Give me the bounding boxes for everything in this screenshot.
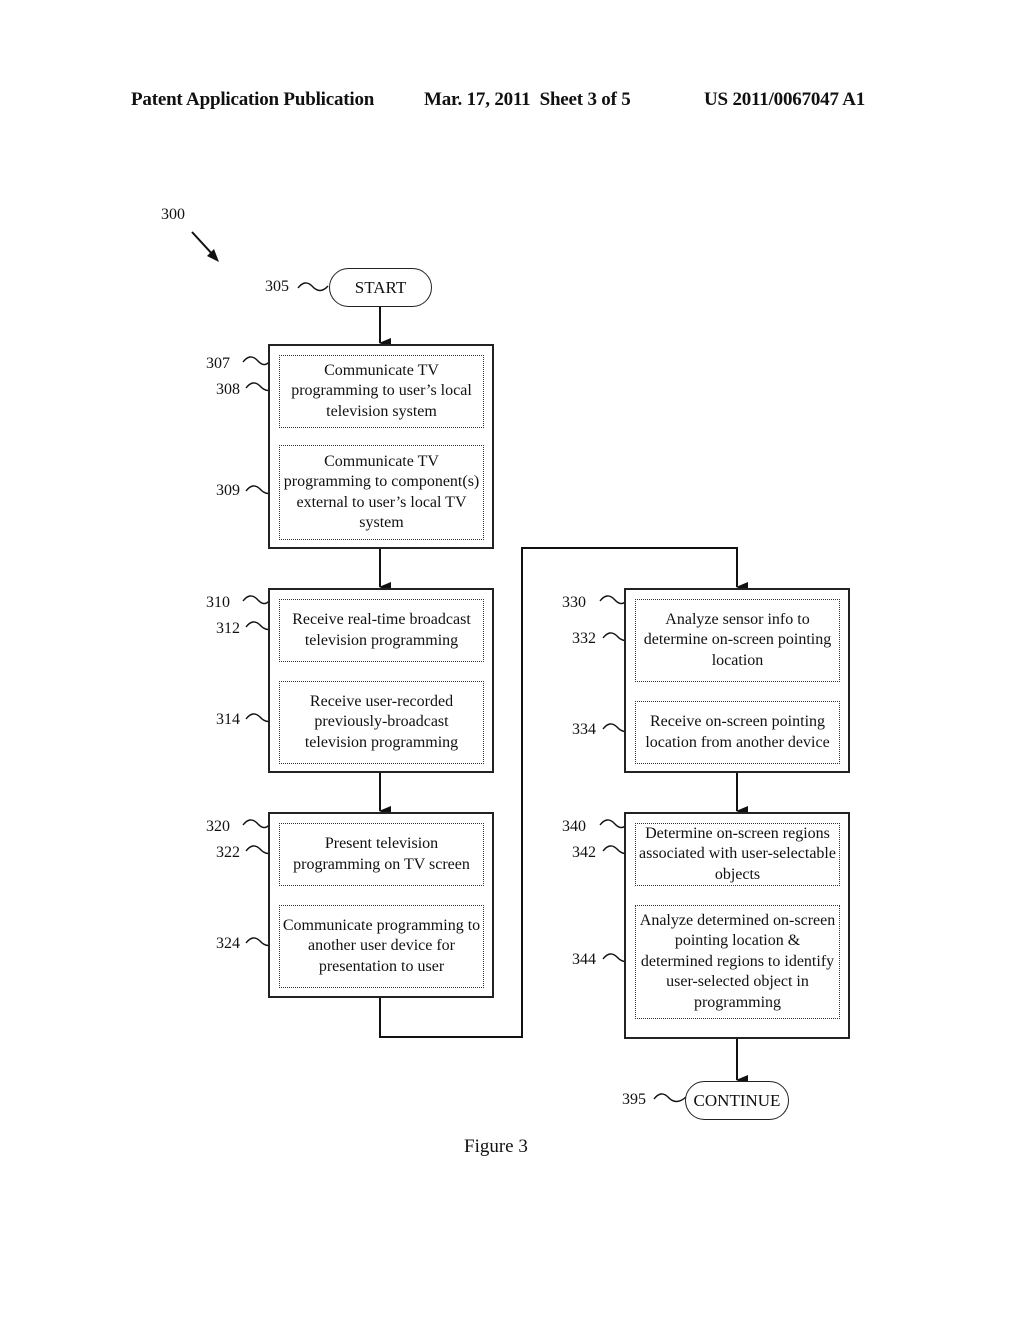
process-step-312: Receive real-time broadcast television p… bbox=[279, 599, 484, 662]
continue-ref-label: 395 bbox=[622, 1091, 646, 1108]
continue-label: CONTINUE bbox=[693, 1090, 781, 1110]
block-ref-label: 330 bbox=[562, 594, 586, 611]
process-step-344: Analyze determined on-screen pointing lo… bbox=[635, 905, 840, 1019]
step-ref-label: 314 bbox=[216, 711, 240, 728]
step-text: Analyze sensor info to determine on-scre… bbox=[643, 610, 832, 669]
leader-320 bbox=[242, 819, 270, 829]
step-text: Communicate programming to another user … bbox=[282, 916, 481, 975]
start-ref-label: 305 bbox=[265, 278, 289, 295]
leader-310 bbox=[242, 595, 270, 605]
process-block-310: Receive real-time broadcast television p… bbox=[268, 588, 494, 773]
step-ref-label: 324 bbox=[216, 935, 240, 952]
process-step-324: Communicate programming to another user … bbox=[279, 905, 484, 988]
step-ref-label: 342 bbox=[572, 844, 596, 861]
block-ref-label: 307 bbox=[206, 355, 230, 372]
flowchart-connectors bbox=[191, 231, 748, 1103]
step-ref-label: 334 bbox=[572, 721, 596, 738]
block-ref-label: 310 bbox=[206, 594, 230, 611]
process-step-334: Receive on-screen pointing location from… bbox=[635, 701, 840, 764]
step-text: Receive user-recorded previously-broadca… bbox=[304, 692, 459, 751]
step-ref-label: 322 bbox=[216, 844, 240, 861]
step-ref-label: 344 bbox=[572, 951, 596, 968]
figure-caption: Figure 3 bbox=[464, 1136, 528, 1157]
process-step-309: Communicate TV programming to component(… bbox=[279, 445, 484, 540]
step-text: Determine on-screen regions associated w… bbox=[639, 824, 836, 883]
process-step-342: Determine on-screen regions associated w… bbox=[635, 823, 840, 886]
process-step-308: Communicate TV programming to user’s loc… bbox=[279, 355, 484, 428]
process-step-332: Analyze sensor info to determine on-scre… bbox=[635, 599, 840, 682]
continue-terminal: CONTINUE bbox=[685, 1081, 789, 1120]
start-terminal: START bbox=[329, 268, 432, 307]
process-block-340: Determine on-screen regions associated w… bbox=[624, 812, 850, 1039]
block-ref-label: 340 bbox=[562, 818, 586, 835]
step-text: Receive real-time broadcast television p… bbox=[292, 611, 471, 649]
block-ref-label: 320 bbox=[206, 818, 230, 835]
process-block-307: Communicate TV programming to user’s loc… bbox=[268, 344, 494, 549]
start-label: START bbox=[354, 277, 407, 297]
step-ref-label: 312 bbox=[216, 620, 240, 637]
process-step-314: Receive user-recorded previously-broadca… bbox=[279, 681, 484, 764]
step-ref-label: 309 bbox=[216, 482, 240, 499]
step-text: Communicate TV programming to component(… bbox=[283, 452, 480, 532]
step-text: Receive on-screen pointing location from… bbox=[645, 713, 830, 751]
leader-307 bbox=[242, 356, 270, 366]
figure-ref-label: 300 bbox=[161, 206, 185, 223]
step-ref-label: 308 bbox=[216, 381, 240, 398]
process-block-330: Analyze sensor info to determine on-scre… bbox=[624, 588, 850, 773]
figure-ref-arrow bbox=[191, 231, 219, 262]
step-text: Communicate TV programming to user’s loc… bbox=[291, 361, 472, 420]
leader-395 bbox=[653, 1093, 687, 1103]
step-text: Analyze determined on-screen pointing lo… bbox=[639, 911, 836, 1011]
process-step-322: Present television programming on TV scr… bbox=[279, 823, 484, 886]
step-ref-label: 332 bbox=[572, 630, 596, 647]
step-text: Present television programming on TV scr… bbox=[293, 835, 470, 873]
process-block-320: Present television programming on TV scr… bbox=[268, 812, 494, 998]
leader-330 bbox=[599, 595, 627, 605]
leader-340 bbox=[599, 819, 627, 829]
leader-305 bbox=[297, 282, 329, 292]
